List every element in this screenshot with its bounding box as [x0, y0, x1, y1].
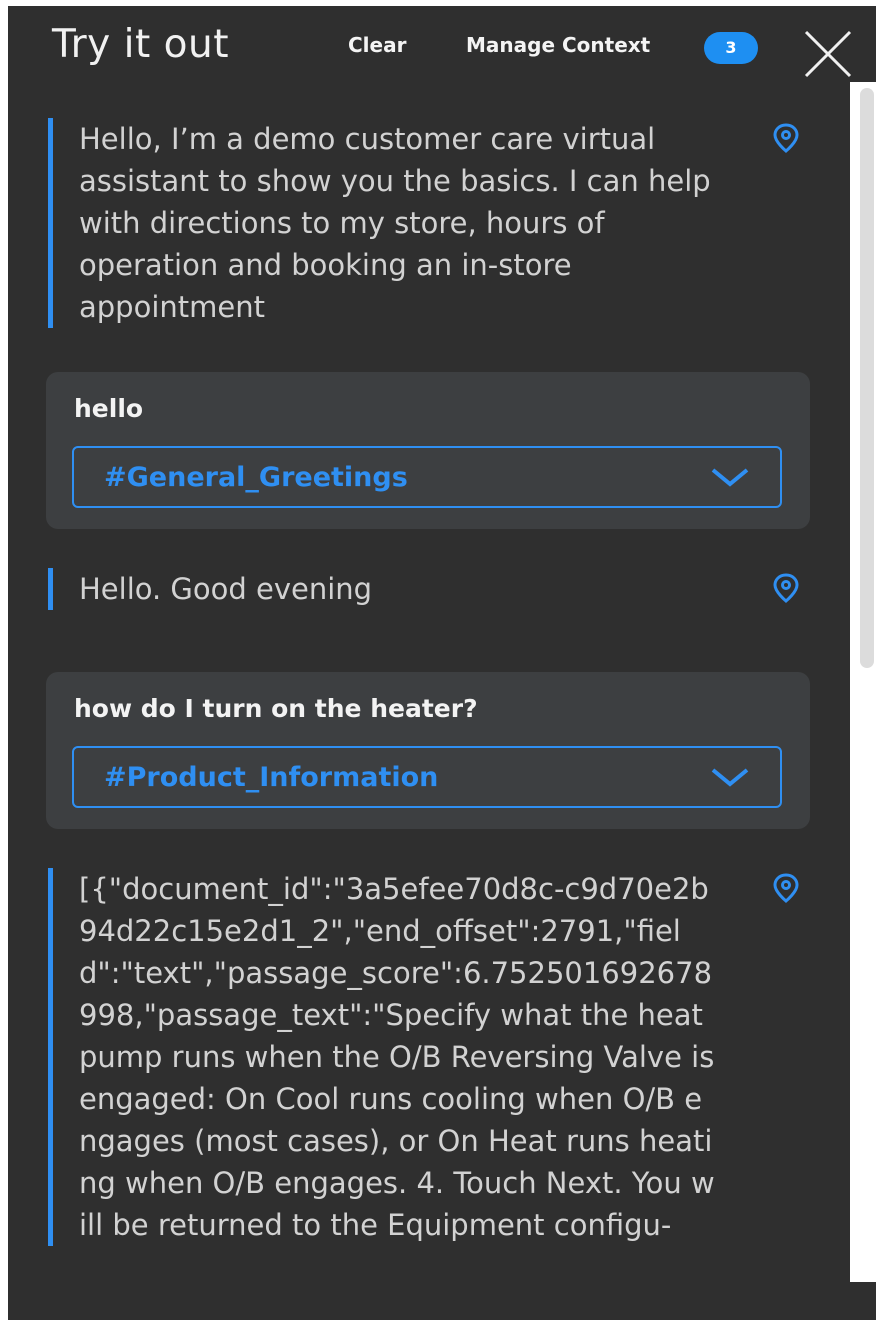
intent-dropdown[interactable]: #Product_Information: [72, 746, 782, 808]
bot-message-text: Hello. Good evening: [79, 572, 373, 606]
scrollbar-thumb[interactable]: [860, 88, 874, 668]
chevron-down-icon: [711, 468, 749, 487]
intent-dropdown[interactable]: #General_Greetings: [72, 446, 782, 508]
bot-message: Hello, I’m a demo customer care virtual …: [48, 118, 839, 328]
user-utterance: how do I turn on the heater?: [74, 694, 478, 723]
context-count-badge[interactable]: 3: [704, 32, 758, 64]
user-utterance: hello: [74, 394, 144, 423]
bot-message-text: [{"document_id":"3a5efee70d8c-c9d70e2b94…: [79, 872, 715, 1242]
close-icon[interactable]: [798, 24, 858, 84]
user-message-card: how do I turn on the heater? #Product_In…: [46, 672, 810, 829]
user-message-card: hello #General_Greetings: [46, 372, 810, 529]
location-pin-icon[interactable]: [770, 572, 802, 604]
bot-message: Hello. Good evening: [48, 568, 839, 610]
manage-context-button[interactable]: Manage Context: [466, 33, 650, 57]
try-it-out-panel: Try it out Clear Manage Context 3 Hello,…: [8, 6, 876, 1320]
clear-button[interactable]: Clear: [348, 33, 406, 57]
bot-message: [{"document_id":"3a5efee70d8c-c9d70e2b94…: [48, 868, 839, 1246]
location-pin-icon[interactable]: [770, 872, 802, 904]
chevron-down-icon: [711, 768, 749, 787]
bot-message-text: Hello, I’m a demo customer care virtual …: [79, 122, 711, 324]
location-pin-icon[interactable]: [770, 122, 802, 154]
panel-header: Try it out Clear Manage Context 3: [8, 6, 876, 92]
panel-title: Try it out: [52, 22, 229, 67]
intent-label: #General_Greetings: [104, 462, 408, 493]
intent-label: #Product_Information: [104, 762, 439, 793]
